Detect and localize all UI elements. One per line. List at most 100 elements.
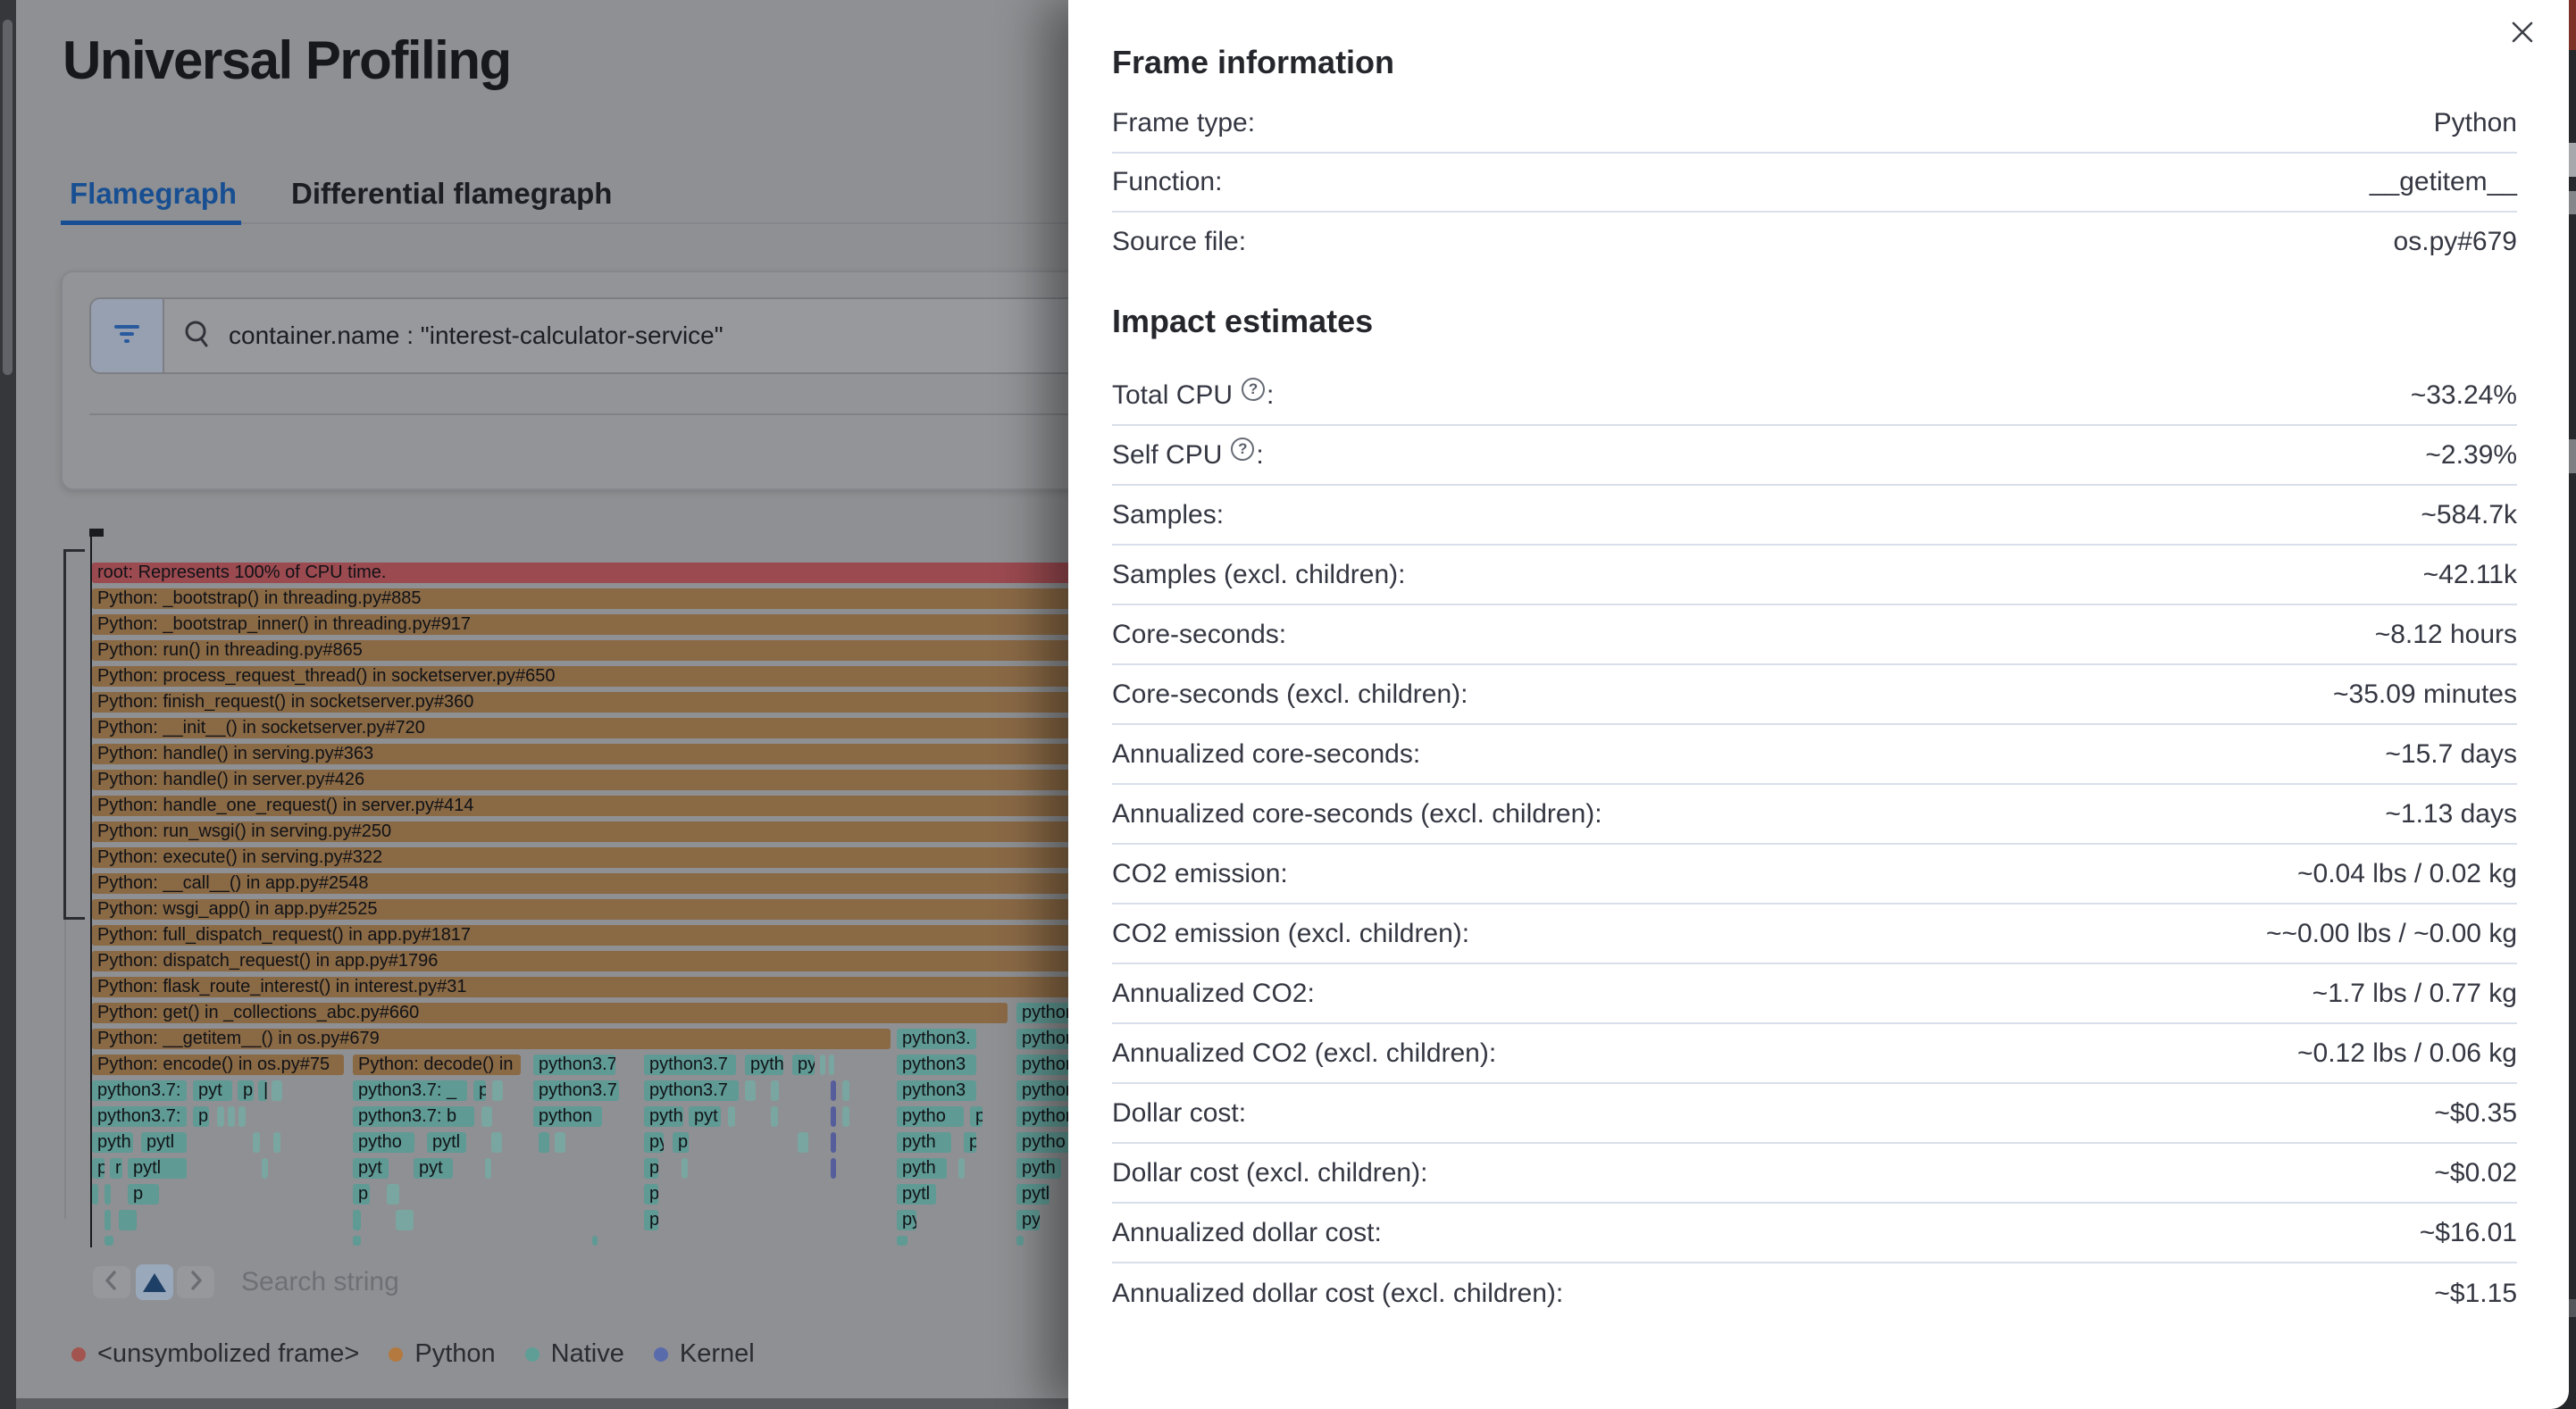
filter-button[interactable] xyxy=(91,299,164,372)
flame-frame[interactable] xyxy=(728,1106,735,1127)
flame-frame[interactable]: pyth xyxy=(897,1132,951,1153)
flame-frame[interactable]: p xyxy=(964,1132,976,1153)
flame-frame[interactable] xyxy=(1016,1236,1024,1246)
flame-frame[interactable] xyxy=(387,1184,399,1205)
flame-frame[interactable] xyxy=(897,1236,907,1246)
flame-frame[interactable]: p xyxy=(92,1158,105,1179)
flame-frame[interactable]: python3 xyxy=(897,1055,976,1075)
flame-frame[interactable] xyxy=(105,1236,113,1246)
flame-frame[interactable]: Python: __getitem__() in os.py#679 xyxy=(92,1029,891,1049)
flame-frame[interactable]: pytl xyxy=(128,1158,187,1179)
flame-frame[interactable]: pyth xyxy=(745,1055,783,1075)
legend-item[interactable]: <unsymbolized frame> xyxy=(71,1339,359,1369)
flame-frame[interactable]: python xyxy=(533,1106,602,1127)
flame-frame[interactable] xyxy=(492,1080,503,1101)
flame-frame[interactable] xyxy=(771,1106,778,1127)
flame-frame[interactable] xyxy=(831,1132,836,1153)
next-match-button[interactable] xyxy=(177,1266,214,1298)
flame-frame[interactable] xyxy=(831,1106,836,1127)
legend-item[interactable]: Kernel xyxy=(654,1339,755,1369)
legend-item[interactable]: Python xyxy=(389,1339,495,1369)
flame-frame[interactable] xyxy=(831,1158,836,1179)
flame-frame[interactable]: Python: decode() in xyxy=(353,1055,521,1075)
previous-match-button[interactable] xyxy=(93,1266,130,1298)
flame-frame[interactable] xyxy=(273,1132,280,1153)
flame-frame[interactable] xyxy=(771,1080,779,1101)
flame-frame[interactable]: p xyxy=(673,1132,689,1153)
flame-frame[interactable]: py xyxy=(644,1132,664,1153)
flame-frame[interactable] xyxy=(745,1080,756,1101)
help-icon[interactable]: ? xyxy=(1231,438,1254,461)
left-scrollbar-track[interactable] xyxy=(0,0,16,1409)
flame-frame[interactable]: | xyxy=(258,1080,267,1101)
flame-frame[interactable]: py! xyxy=(1016,1210,1040,1230)
flame-frame[interactable]: python3.7 xyxy=(533,1080,619,1101)
flame-frame[interactable]: python3.7: xyxy=(92,1106,187,1127)
flame-frame[interactable]: python3 xyxy=(897,1080,976,1101)
flame-frame[interactable] xyxy=(682,1158,688,1179)
flame-frame[interactable]: python3. xyxy=(897,1029,976,1049)
flame-frame[interactable]: pytl xyxy=(897,1184,936,1205)
tab-flamegraph[interactable]: Flamegraph xyxy=(70,177,237,211)
flame-frame[interactable] xyxy=(217,1106,224,1127)
flame-frame[interactable] xyxy=(353,1210,361,1230)
flame-frame[interactable]: pyth xyxy=(897,1158,947,1179)
flame-frame[interactable]: Python: encode() in os.py#75 xyxy=(92,1055,344,1075)
flame-frame[interactable]: python3.7: c xyxy=(533,1055,615,1075)
flame-frame[interactable] xyxy=(555,1132,565,1153)
flame-frame[interactable]: p xyxy=(473,1080,486,1101)
flame-frame[interactable] xyxy=(485,1158,491,1179)
legend-item[interactable]: Native xyxy=(525,1339,624,1369)
flame-frame[interactable] xyxy=(820,1055,825,1075)
flame-frame[interactable]: pytl xyxy=(427,1132,466,1153)
flame-search-input[interactable]: Search string xyxy=(241,1267,399,1297)
flame-frame[interactable] xyxy=(481,1106,492,1127)
flame-frame[interactable] xyxy=(105,1184,111,1205)
flame-frame[interactable]: python3.7: _ xyxy=(353,1080,467,1101)
flame-frame[interactable]: pyth xyxy=(1016,1158,1061,1179)
flame-frame[interactable] xyxy=(238,1106,246,1127)
flame-frame[interactable]: py xyxy=(792,1055,815,1075)
left-scrollbar-thumb[interactable] xyxy=(3,20,13,375)
flame-frame[interactable]: pyth xyxy=(644,1106,683,1127)
close-button[interactable] xyxy=(2505,16,2540,52)
flame-frame[interactable] xyxy=(353,1236,361,1246)
flame-frame[interactable]: py xyxy=(644,1158,658,1179)
flame-frame[interactable]: p xyxy=(128,1184,159,1205)
flame-frame[interactable] xyxy=(253,1132,260,1153)
flame-frame[interactable]: pytho xyxy=(897,1106,964,1127)
flame-frame[interactable]: p xyxy=(644,1210,658,1230)
flame-frame[interactable]: python3.7: xyxy=(92,1080,187,1101)
scroll-to-top-button[interactable] xyxy=(136,1264,173,1300)
flame-frame[interactable] xyxy=(396,1210,414,1230)
help-icon[interactable]: ? xyxy=(1242,378,1265,401)
flame-frame[interactable] xyxy=(92,1184,98,1205)
flame-frame[interactable] xyxy=(958,1158,965,1179)
flame-frame[interactable]: pytho xyxy=(353,1132,414,1153)
flame-frame[interactable]: pyth xyxy=(92,1132,133,1153)
flame-frame[interactable] xyxy=(105,1210,111,1230)
flame-frame[interactable] xyxy=(592,1236,598,1246)
tab-differential-flamegraph[interactable]: Differential flamegraph xyxy=(291,177,612,211)
flame-frame[interactable]: p xyxy=(353,1184,370,1205)
flame-frame[interactable]: pytl xyxy=(1016,1184,1050,1205)
flame-frame[interactable]: pyt xyxy=(689,1106,721,1127)
flame-frame[interactable] xyxy=(842,1080,849,1101)
flame-frame[interactable]: python3.7: b xyxy=(353,1106,474,1127)
flame-frame[interactable]: python3.7 xyxy=(644,1080,739,1101)
flame-frame[interactable] xyxy=(831,1080,836,1101)
flame-frame[interactable]: pyt xyxy=(353,1158,389,1179)
flame-frame[interactable] xyxy=(272,1080,282,1101)
flame-frame[interactable]: p xyxy=(238,1080,254,1101)
flame-frame[interactable] xyxy=(539,1132,549,1153)
flame-frame[interactable] xyxy=(798,1132,808,1153)
flame-frame[interactable]: pytl xyxy=(141,1132,187,1153)
flame-frame[interactable] xyxy=(491,1132,502,1153)
flame-frame[interactable] xyxy=(262,1158,268,1179)
flame-frame[interactable]: py xyxy=(897,1210,916,1230)
flame-frame[interactable] xyxy=(228,1106,235,1127)
flame-frame[interactable]: r xyxy=(110,1158,122,1179)
flame-frame[interactable] xyxy=(842,1106,849,1127)
flame-frame[interactable]: pyt xyxy=(414,1158,453,1179)
flame-frame[interactable]: python3.7 xyxy=(644,1055,736,1075)
